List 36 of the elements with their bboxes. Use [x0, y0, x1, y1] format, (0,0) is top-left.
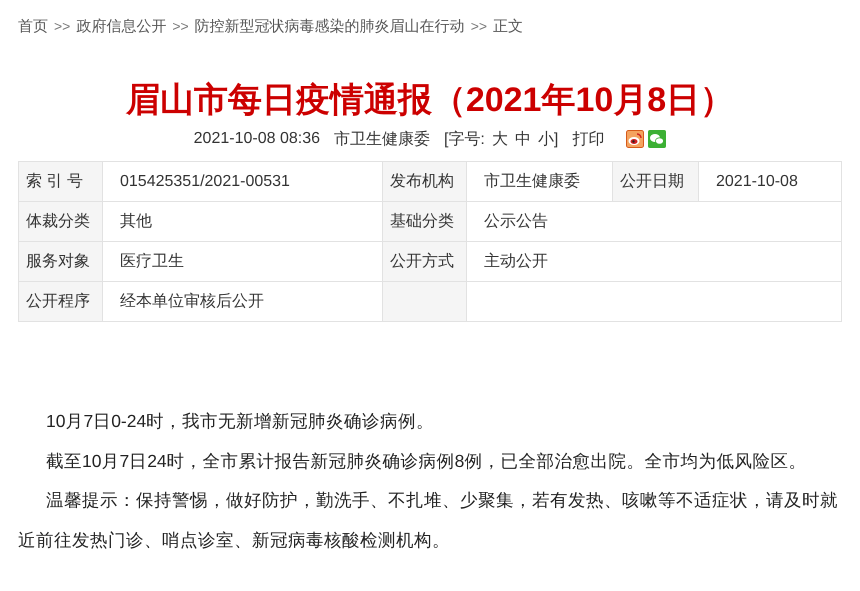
field-label-cell: 服务对象 [18, 242, 102, 282]
article-title: 眉山市每日疫情通报（2021年10月8日） [124, 80, 736, 120]
breadcrumb-link[interactable]: 首页 [18, 16, 48, 36]
weibo-share-icon[interactable] [626, 130, 644, 148]
field-label-cell: 公开方式 [382, 242, 466, 282]
font-size-label: [字号: [444, 130, 485, 150]
field-value-cell: 医疗卫生 [102, 242, 382, 282]
field-value-cell: 其他 [102, 202, 382, 242]
article-source: 市卫生健康委 [334, 130, 430, 150]
field-value-cell: 市卫生健康委 [466, 162, 612, 202]
font-size-link[interactable]: 中 [514, 128, 531, 150]
breadcrumb-separator: >> [470, 18, 488, 34]
field-label-cell: 体裁分类 [18, 202, 102, 242]
field-label-cell: 公开程序 [18, 282, 102, 322]
field-label-cell: 发布机构 [382, 162, 466, 202]
font-size-link[interactable]: 小] [538, 128, 558, 150]
breadcrumb-link[interactable]: 正文 [493, 16, 524, 36]
breadcrumb-link[interactable]: 防控新型冠状病毒感染的肺炎眉山在行动 [194, 16, 465, 36]
publish-datetime: 2021-10-08 08:36 [194, 130, 320, 148]
wechat-share-icon[interactable] [648, 130, 666, 148]
field-value-cell: 主动公开 [466, 242, 842, 282]
field-value-cell: 015425351/2021-00531 [102, 162, 382, 202]
field-value-cell: 公示公告 [466, 202, 842, 242]
breadcrumb-separator: >> [172, 18, 189, 34]
article-paragraph: 温馨提示：保持警惕，做好防护，勤洗手、不扎堆、少聚集，若有发热、咳嗽等不适症状，请及时就近前往发热门诊、哨点诊室、新冠病毒核酸检测机构。 [18, 489, 839, 552]
field-label-cell: 公开日期 [612, 162, 698, 202]
field-label-cell: 基础分类 [382, 202, 466, 242]
field-value-cell: 经本单位审核后公开 [102, 282, 382, 322]
font-size-link[interactable]: 大 [492, 128, 508, 150]
field-value-cell: 2021-10-08 [698, 162, 842, 202]
breadcrumb-separator: >> [54, 18, 70, 34]
field-label-cell: 索 引 号 [18, 162, 102, 202]
article-paragraph: 截至10月7日24时，全市累计报告新冠肺炎确诊病例8例，已全部治愈出院。全市均为低风险区。 [45, 450, 808, 472]
article-paragraph: 10月7日0-24时，我市无新增新冠肺炎确诊病例。 [45, 410, 436, 433]
breadcrumb-link[interactable]: 政府信息公开 [76, 16, 166, 36]
print-link[interactable]: 打印 [572, 128, 604, 150]
